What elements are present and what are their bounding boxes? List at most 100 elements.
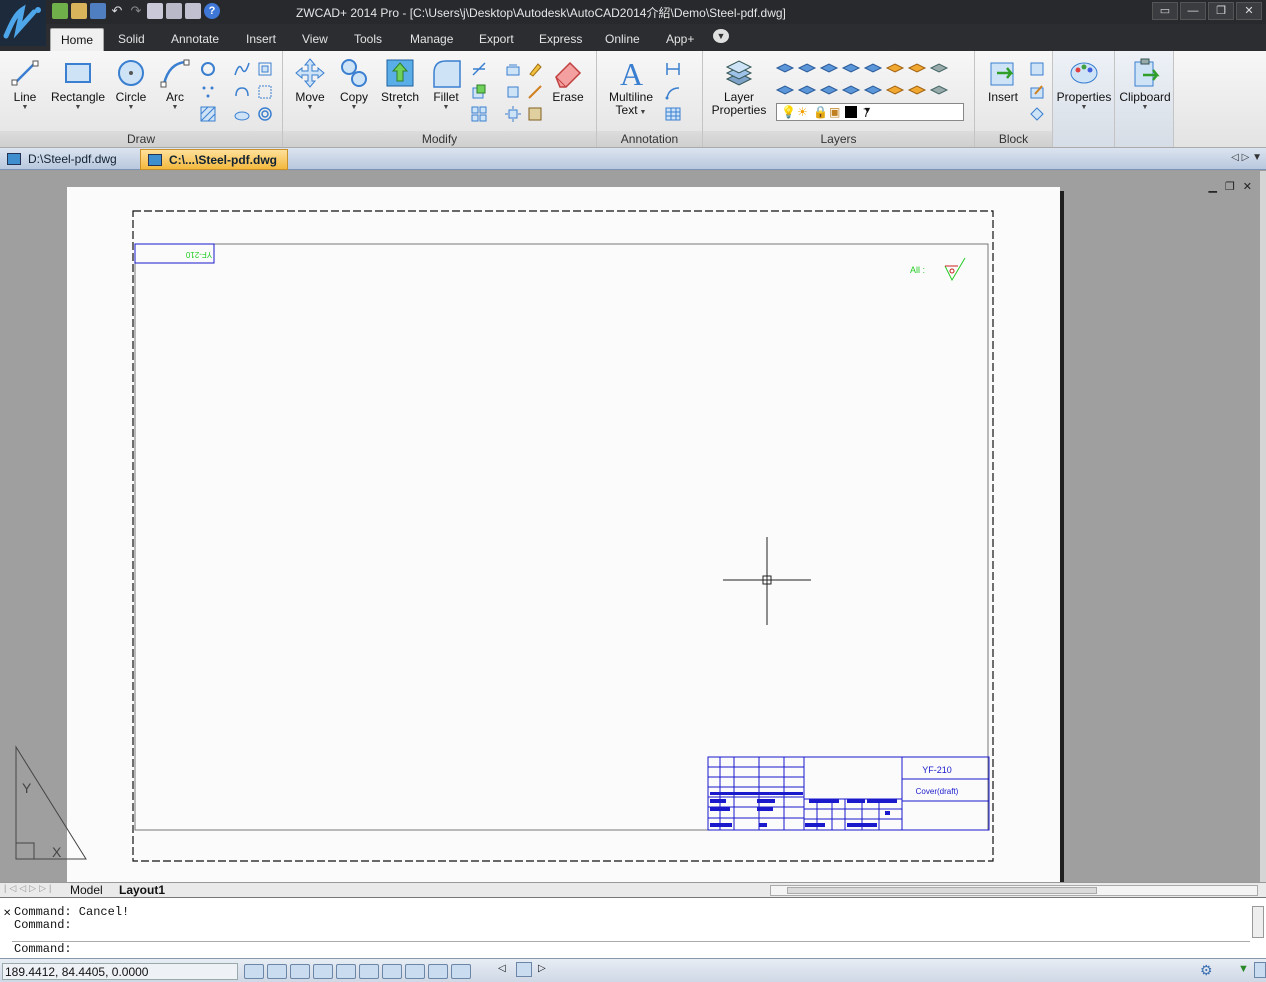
boundary-icon[interactable] — [257, 84, 273, 100]
app-logo[interactable] — [0, 0, 46, 46]
leader-icon[interactable] — [665, 84, 681, 100]
help-icon[interactable]: ? — [204, 3, 220, 19]
fillet-button[interactable]: Fillet ▼ — [421, 57, 471, 112]
tab-export[interactable]: Export — [469, 28, 524, 51]
polar-toggle-icon[interactable] — [313, 964, 333, 979]
doc-tab-c-steel[interactable]: C:\...\Steel-pdf.dwg — [140, 149, 288, 170]
drawing-canvas[interactable]: ▁ ❐ ✕ YF-210 All : YF-210 Cover(draft) Y… — [0, 171, 1266, 885]
drawing-restore-icon[interactable]: ❐ — [1225, 180, 1235, 193]
array-icon[interactable] — [471, 106, 487, 122]
redo-icon[interactable]: ↷ — [128, 3, 144, 19]
offset-icon[interactable] — [505, 61, 521, 77]
filter-icon[interactable]: ▼ — [1238, 963, 1249, 975]
attribute-icon[interactable] — [1029, 106, 1045, 122]
layer-on-icon[interactable]: 💡 — [781, 105, 796, 119]
snap-toggle-icon[interactable] — [244, 964, 264, 979]
region-icon[interactable] — [257, 61, 273, 77]
grid-toggle-icon[interactable] — [267, 964, 287, 979]
stretch-dropdown-icon[interactable]: ▼ — [375, 104, 425, 112]
create-block-icon[interactable] — [1029, 61, 1045, 77]
minimize-button[interactable]: — — [1180, 2, 1206, 20]
window-list-button[interactable]: ▭ — [1152, 2, 1178, 20]
plot-preview-icon[interactable] — [147, 3, 163, 19]
join-icon[interactable] — [527, 106, 543, 122]
tab-app-plus[interactable]: App+ — [656, 28, 704, 51]
tab-layout1[interactable]: Layout1 — [119, 883, 165, 897]
layer-dropdown[interactable]: 💡 ☀ 🔒 ▣ 7 ▼ — [776, 103, 964, 121]
tab-view[interactable]: View — [292, 28, 338, 51]
horizontal-scroll-thumb[interactable] — [787, 887, 1097, 894]
ribbon-minimize-icon[interactable]: ▼ — [713, 29, 729, 43]
multiline-text-dropdown-icon[interactable]: ▼ — [638, 109, 647, 116]
command-input-area[interactable]: Command: — [12, 941, 1250, 957]
dynamic-input-toggle-icon[interactable] — [382, 964, 402, 979]
close-button[interactable]: ✕ — [1236, 2, 1262, 20]
linear-dimension-icon[interactable] — [665, 61, 681, 77]
vertical-scrollbar[interactable] — [1260, 171, 1266, 882]
tab-model[interactable]: Model — [70, 883, 103, 897]
properties-button[interactable]: Properties ▼ — [1055, 57, 1113, 112]
move-dropdown-icon[interactable]: ▼ — [285, 104, 335, 112]
rotate-icon[interactable] — [471, 84, 487, 100]
line-button[interactable]: Line ▼ — [0, 57, 50, 112]
status-right-arrow-icon[interactable]: ▷ — [538, 963, 546, 974]
model-space-icon[interactable] — [516, 962, 532, 977]
circle-dropdown-icon[interactable]: ▼ — [106, 104, 156, 112]
cloud-icon[interactable] — [234, 106, 250, 122]
edit-block-icon[interactable] — [1029, 84, 1045, 100]
tab-home[interactable]: Home — [50, 28, 105, 51]
layer-tool-icons[interactable] — [775, 60, 971, 100]
scale-icon[interactable] — [505, 84, 521, 100]
tab-right-icon[interactable]: ▷ — [1242, 152, 1250, 163]
ortho-toggle-icon[interactable] — [290, 964, 310, 979]
status-left-arrow-icon[interactable]: ◁ — [498, 963, 506, 974]
layer-properties-button[interactable]: Layer Properties — [709, 57, 769, 117]
layer-freeze-icon[interactable]: ☀ — [797, 105, 808, 119]
tab-express[interactable]: Express — [529, 28, 592, 51]
edit-icon[interactable] — [527, 61, 543, 77]
fillet-dropdown-icon[interactable]: ▼ — [421, 104, 471, 112]
drawing-minimize-icon[interactable]: ▁ — [1208, 180, 1216, 193]
horizontal-scrollbar[interactable] — [770, 885, 1258, 896]
command-close-icon[interactable]: ✕ — [3, 908, 11, 919]
workspace-gear-icon[interactable]: ⚙ — [1200, 962, 1213, 979]
tab-solid[interactable]: Solid — [108, 28, 155, 51]
hatch-icon[interactable] — [200, 106, 216, 122]
osnap-toggle-icon[interactable] — [336, 964, 356, 979]
layer-lock-icon[interactable]: 🔒 — [813, 105, 828, 119]
point-icon[interactable] — [200, 84, 216, 100]
stretch-button[interactable]: Stretch ▼ — [375, 57, 425, 112]
layout-paper[interactable]: YF-210 All : YF-210 Cover(draft) — [67, 187, 1060, 885]
insert-button[interactable]: Insert — [978, 57, 1028, 104]
mirror-icon[interactable] — [527, 84, 543, 100]
arc-dropdown-icon[interactable]: ▼ — [150, 104, 200, 112]
layer-dropdown-arrow-icon[interactable]: ▼ — [863, 105, 958, 115]
print-icon[interactable] — [166, 3, 182, 19]
rectangle-dropdown-icon[interactable]: ▼ — [49, 104, 107, 112]
line-dropdown-icon[interactable]: ▼ — [0, 104, 50, 112]
revision-cloud-icon[interactable] — [234, 84, 250, 100]
doc-tab-d-steel[interactable]: D:\Steel-pdf.dwg — [0, 149, 127, 170]
tab-online[interactable]: Online — [595, 28, 650, 51]
explode-icon[interactable] — [505, 106, 521, 122]
undo-icon[interactable]: ↶ — [109, 3, 125, 19]
otrack-toggle-icon[interactable] — [359, 964, 379, 979]
qp-toggle-icon[interactable] — [451, 964, 471, 979]
arc-button[interactable]: Arc ▼ — [150, 57, 200, 112]
polyline-icon[interactable] — [200, 61, 216, 77]
donut-icon[interactable] — [257, 106, 273, 122]
circle-button[interactable]: Circle ▼ — [106, 57, 156, 112]
layer-plot-icon[interactable]: ▣ — [829, 105, 840, 119]
rectangle-button[interactable]: Rectangle ▼ — [49, 57, 107, 112]
erase-button[interactable]: Erase — [543, 57, 593, 104]
tab-manage[interactable]: Manage — [400, 28, 463, 51]
multiline-text-button[interactable]: A Multiline Text ▼ — [603, 57, 659, 117]
save-icon[interactable] — [90, 3, 106, 19]
clean-screen-icon[interactable] — [1254, 962, 1266, 978]
tpy-toggle-icon[interactable] — [428, 964, 448, 979]
copy-dropdown-icon[interactable]: ▼ — [329, 104, 379, 112]
trim-icon[interactable] — [471, 61, 487, 77]
move-button[interactable]: Move ▼ — [285, 57, 335, 112]
publish-icon[interactable] — [185, 3, 201, 19]
properties-dropdown-icon[interactable]: ▼ — [1055, 104, 1113, 112]
